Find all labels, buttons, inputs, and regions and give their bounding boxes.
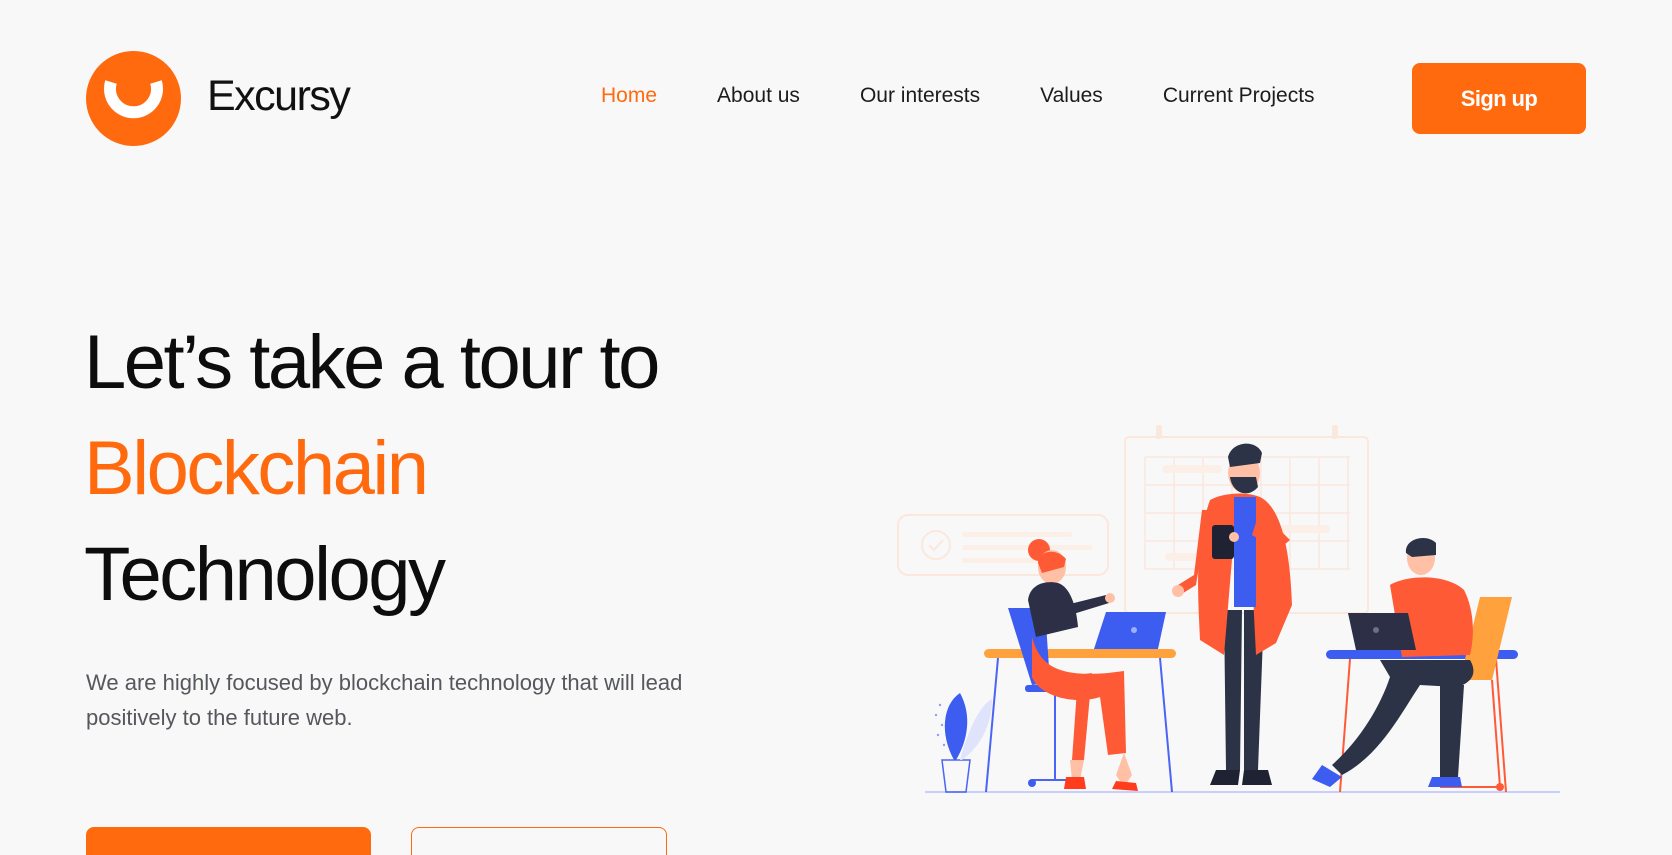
hero-title-line1: Let’s take a tour to <box>84 320 660 405</box>
primary-cta-button[interactable] <box>86 827 371 855</box>
checklist-card-icon <box>897 514 1109 576</box>
standing-man-icon <box>1172 443 1292 785</box>
laptop-icon <box>1348 613 1416 650</box>
logo-link[interactable] <box>86 51 181 146</box>
landing-page: Excursy Home About us Our interests Valu… <box>0 0 1672 855</box>
main-nav: Home About us Our interests Values Curre… <box>601 84 1315 108</box>
hero-title: Let’s take a tour to Blockchain Technolo… <box>84 310 660 628</box>
nav-item-about-us[interactable]: About us <box>717 84 800 108</box>
woman-worker-icon <box>1028 539 1138 791</box>
brand-name: Excursy <box>207 72 351 120</box>
laptop-icon <box>1094 612 1166 649</box>
logo-icon <box>86 51 181 146</box>
seated-man-icon <box>1312 538 1474 787</box>
hero-title-accent: Blockchain <box>84 426 429 511</box>
team-working-illustration <box>897 425 1560 793</box>
nav-item-home[interactable]: Home <box>601 84 657 108</box>
nav-item-current-projects[interactable]: Current Projects <box>1163 84 1315 108</box>
nav-item-values[interactable]: Values <box>1040 84 1103 108</box>
nav-item-our-interests[interactable]: Our interests <box>860 84 980 108</box>
secondary-cta-button[interactable] <box>411 827 667 855</box>
hero-description: We are highly focused by blockchain tech… <box>86 670 683 730</box>
hero-title-line3: Technology <box>84 532 446 617</box>
plant-icon <box>934 693 992 793</box>
sign-up-button[interactable]: Sign up <box>1412 63 1586 134</box>
